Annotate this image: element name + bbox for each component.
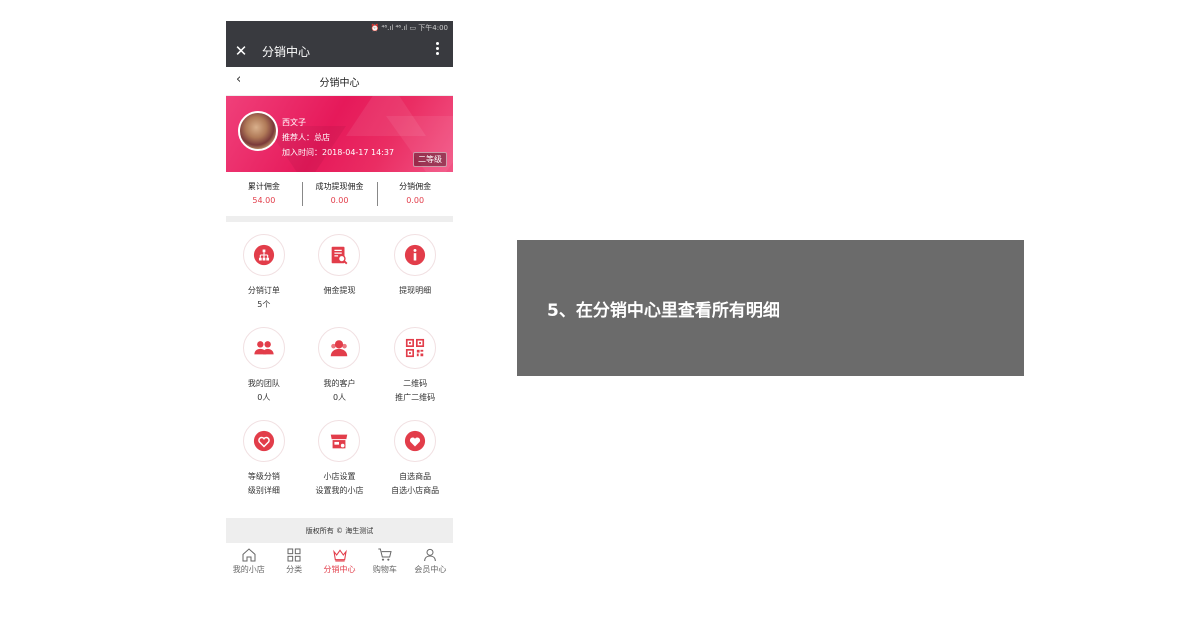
grade-badge: 二等级 bbox=[413, 152, 447, 167]
copyright-footer: 版权所有 © 海生测试 bbox=[226, 518, 453, 543]
profile-banner: 西文子 推荐人：总店 加入时间：2018-04-17 14:37 二等级 bbox=[226, 96, 453, 172]
bottom-tab-bar: 我的小店 分类 分销中心 购物车 会员中心 bbox=[226, 544, 453, 581]
more-menu-icon[interactable] bbox=[436, 42, 439, 57]
cart-icon bbox=[378, 548, 392, 561]
menu-item-qr-code[interactable]: 二维码 推广二维码 bbox=[377, 327, 453, 420]
stat-distribution-commission[interactable]: 分销佣金 0.00 bbox=[377, 180, 453, 208]
profile-name: 西文子 bbox=[282, 118, 306, 127]
org-chart-icon bbox=[242, 234, 285, 276]
menu-item-sublabel: 0人 bbox=[332, 393, 347, 402]
menu-item-label: 佣金提现 bbox=[323, 286, 356, 295]
menu-item-my-customers[interactable]: 我的客户 0人 bbox=[302, 327, 378, 420]
document-search-icon bbox=[318, 234, 361, 276]
tab-label: 我的小店 bbox=[232, 565, 265, 574]
back-icon[interactable]: ‹ bbox=[236, 72, 241, 87]
app-title: 分销中心 bbox=[262, 44, 311, 59]
menu-item-store-settings[interactable]: 小店设置 设置我的小店 bbox=[302, 420, 378, 513]
close-icon[interactable]: ✕ bbox=[226, 42, 256, 60]
category-icon bbox=[287, 548, 301, 562]
stat-total-commission[interactable]: 累计佣金 54.00 bbox=[226, 180, 302, 208]
caption-text: 5、在分销中心里查看所有明细 bbox=[547, 300, 780, 321]
stat-value: 0.00 bbox=[330, 196, 349, 205]
profile-info: 西文子 推荐人：总店 加入时间：2018-04-17 14:37 bbox=[282, 115, 394, 160]
stat-label: 分销佣金 bbox=[399, 182, 432, 191]
qr-code-icon bbox=[394, 327, 437, 369]
team-icon bbox=[242, 327, 285, 369]
menu-item-level-distribution[interactable]: 等级分销 级别详细 bbox=[226, 420, 302, 513]
page-title: 分销中心 bbox=[319, 77, 360, 89]
tab-category[interactable]: 分类 bbox=[271, 544, 316, 581]
info-icon bbox=[394, 234, 437, 276]
avatar[interactable] bbox=[238, 111, 278, 151]
profile-referrer: 推荐人：总店 bbox=[282, 133, 330, 142]
menu-item-label: 分销订单 bbox=[247, 286, 280, 295]
menu-item-distribution-orders[interactable]: 分销订单 5个 bbox=[226, 234, 302, 327]
menu-item-label: 自选商品 bbox=[399, 472, 432, 481]
status-bar: ⏰ ⁴⁶.ıl ⁴⁶.ıl ▭ 下午4:00 bbox=[226, 21, 453, 35]
menu-item-sublabel: 5个 bbox=[257, 300, 271, 309]
store-settings-icon bbox=[318, 420, 361, 462]
instruction-caption: 5、在分销中心里查看所有明细 bbox=[517, 240, 1024, 376]
menu-item-sublabel: 0人 bbox=[257, 393, 271, 402]
menu-item-my-team[interactable]: 我的团队 0人 bbox=[226, 327, 302, 420]
menu-item-label: 等级分销 bbox=[247, 472, 280, 481]
stat-value: 0.00 bbox=[406, 196, 425, 205]
menu-item-withdraw-details[interactable]: 提现明细 bbox=[377, 234, 453, 327]
stat-label: 累计佣金 bbox=[247, 182, 280, 191]
tab-label: 会员中心 bbox=[414, 565, 447, 574]
menu-item-sublabel: 推广二维码 bbox=[395, 393, 436, 402]
tab-cart[interactable]: 购物车 bbox=[362, 544, 407, 581]
heart-badge-icon bbox=[242, 420, 285, 462]
customer-icon bbox=[318, 327, 361, 369]
menu-item-sublabel: 设置我的小店 bbox=[315, 486, 364, 495]
stat-label: 成功提现佣金 bbox=[315, 182, 364, 191]
status-text: ⏰ ⁴⁶.ıl ⁴⁶.ıl ▭ 下午4:00 bbox=[370, 24, 448, 32]
phone-screen: ⏰ ⁴⁶.ıl ⁴⁶.ıl ▭ 下午4:00 ✕ 分销中心 ‹ 分销中心 西文子… bbox=[226, 21, 453, 581]
tab-distribution-center[interactable]: 分销中心 bbox=[317, 544, 362, 581]
user-icon bbox=[424, 548, 437, 562]
menu-item-label: 提现明细 bbox=[399, 286, 432, 295]
stat-value: 54.00 bbox=[252, 196, 276, 205]
menu-item-label: 二维码 bbox=[403, 379, 428, 388]
menu-item-label: 我的客户 bbox=[323, 379, 356, 388]
menu-item-sublabel: 级别详细 bbox=[247, 486, 280, 495]
menu-item-sublabel: 自选小店商品 bbox=[391, 486, 440, 495]
tab-member-center[interactable]: 会员中心 bbox=[408, 544, 453, 581]
menu-item-commission-withdraw[interactable]: 佣金提现 bbox=[302, 234, 378, 327]
heart-badge-icon bbox=[394, 420, 437, 462]
home-icon bbox=[242, 548, 256, 562]
commission-stats: 累计佣金 54.00 成功提现佣金 0.00 分销佣金 0.00 bbox=[226, 172, 453, 216]
profile-join-time: 加入时间：2018-04-17 14:37 bbox=[282, 148, 395, 157]
tab-label: 分类 bbox=[286, 565, 303, 574]
menu-grid: 分销订单 5个 佣金提现 提现明细 我的团队 0人 我的客户 0人 二维码 推广… bbox=[226, 222, 453, 513]
menu-item-selected-products[interactable]: 自选商品 自选小店商品 bbox=[377, 420, 453, 513]
nav-bar: ‹ 分销中心 bbox=[226, 67, 453, 96]
app-bar: ✕ 分销中心 bbox=[226, 35, 453, 67]
crown-icon bbox=[332, 549, 347, 562]
tab-label: 购物车 bbox=[372, 565, 397, 574]
tab-label: 分销中心 bbox=[323, 565, 356, 574]
menu-item-label: 小店设置 bbox=[323, 472, 356, 481]
tab-my-store[interactable]: 我的小店 bbox=[226, 544, 271, 581]
menu-item-label: 我的团队 bbox=[247, 379, 280, 388]
stat-withdrawn-commission[interactable]: 成功提现佣金 0.00 bbox=[301, 180, 378, 208]
